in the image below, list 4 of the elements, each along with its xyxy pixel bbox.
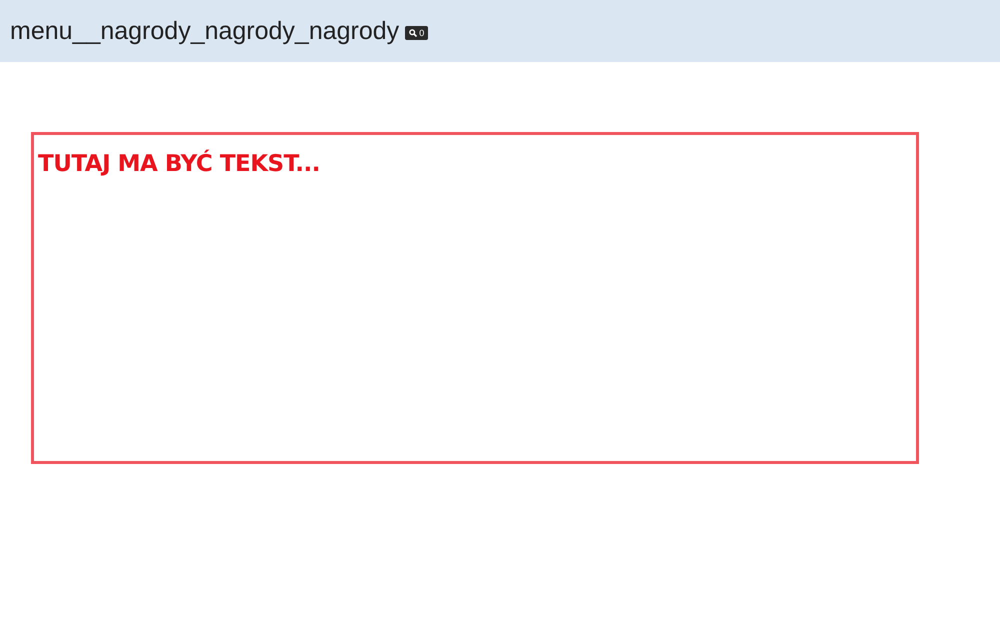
placeholder-text: TUTAJ MA BYĆ TEKST... [38, 151, 320, 177]
badge-count: 0 [419, 28, 424, 38]
page-title: menu__nagrody_nagrody_nagrody [10, 16, 400, 46]
search-icon [409, 29, 418, 37]
